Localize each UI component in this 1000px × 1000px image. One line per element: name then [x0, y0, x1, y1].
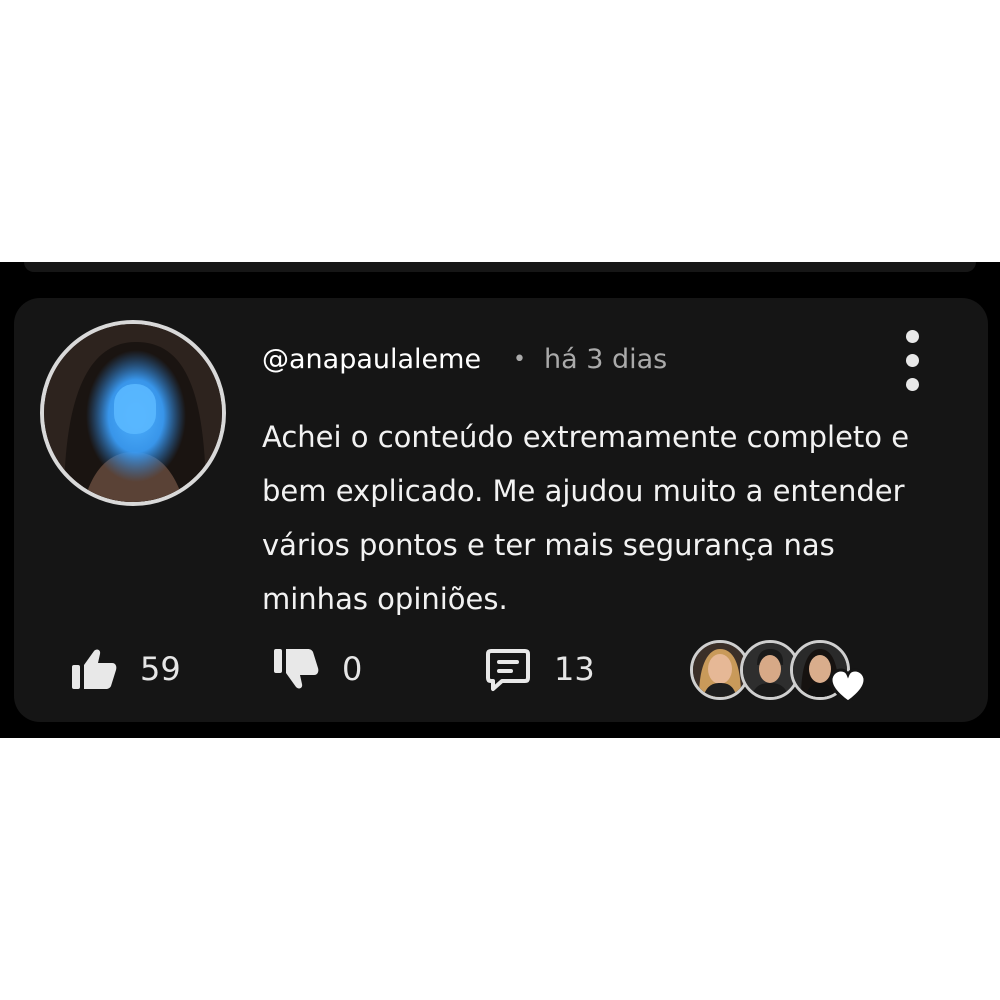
comment-card: @anapaulaleme • há 3 dias Achei o conteú…	[14, 298, 988, 722]
more-options-icon[interactable]	[898, 330, 928, 392]
comment-timestamp[interactable]: há 3 dias	[544, 340, 667, 380]
like-button[interactable]: 59	[70, 644, 181, 694]
reply-button[interactable]: 13	[484, 644, 595, 694]
heart-icon	[829, 668, 867, 704]
dislike-count: 0	[342, 650, 363, 688]
thumbs-down-icon	[274, 649, 319, 689]
reply-count: 13	[554, 650, 595, 688]
comment-thread: @anapaulaleme • há 3 dias Achei o conteú…	[0, 262, 1000, 738]
comment-icon	[486, 649, 530, 691]
meta-separator: •	[513, 347, 526, 372]
avatar-image	[44, 324, 222, 502]
comment-text: Achei o conteúdo extremamente completo e…	[262, 420, 910, 616]
dislike-button[interactable]: 0	[272, 644, 362, 694]
like-count: 59	[140, 650, 181, 688]
reactor-avatars[interactable]	[690, 640, 880, 704]
previous-comment-card	[24, 262, 976, 272]
author-avatar[interactable]	[40, 320, 226, 506]
thumbs-up-icon	[72, 649, 117, 689]
comment-author[interactable]: @anapaulaleme	[262, 340, 481, 380]
